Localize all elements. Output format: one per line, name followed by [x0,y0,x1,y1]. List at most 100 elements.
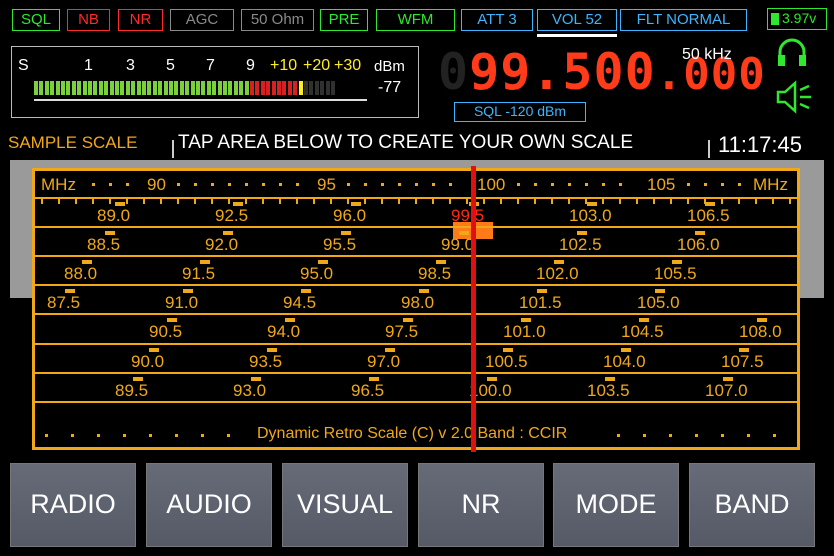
dial-frequency-label[interactable]: 93.5 [249,352,282,372]
tuning-needle[interactable] [471,166,476,452]
dial-footer-dot [617,434,620,437]
dial-frequency-label[interactable]: 100.5 [485,352,528,372]
dial-frequency-label[interactable]: 91.0 [165,293,198,313]
dial-minor-dot [398,183,401,186]
dial-minor-dot [347,183,350,186]
dial-minor-dot [602,183,605,186]
mode-button[interactable]: MODE [553,463,679,547]
dial-frequency-label[interactable]: 104.5 [621,322,664,342]
dial-frequency-label[interactable]: 101.0 [503,322,546,342]
s-meter-bar [320,81,325,95]
dial-footer-dot [747,434,750,437]
dial-frequency-label[interactable]: 103.0 [569,206,612,226]
tap-instructions: TAP AREA BELOW TO CREATE YOUR OWN SCALE [178,132,634,153]
dial-ruler-tick [143,199,145,204]
dial-ruler-tick [262,199,264,204]
dial-frequency-label[interactable]: 93.0 [233,381,266,401]
s-meter-bar [255,81,260,95]
s-meter-bar [206,81,211,95]
dial-row-line [35,401,797,403]
dial-frequency-label[interactable]: 106.0 [677,235,720,255]
clock: 11:17:45 [718,132,803,157]
dial-minor-dot [432,183,435,186]
dial-frequency-label[interactable]: 108.0 [739,322,782,342]
s-meter-bar [131,81,136,95]
dial-ruler-tick [58,199,60,204]
dial-frequency-label[interactable]: 91.5 [182,264,215,284]
dial-minor-dot [177,183,180,186]
s-meter-bar [82,81,87,95]
agc-toggle[interactable]: AGC [170,9,234,31]
dial-frequency-label[interactable]: 95.5 [323,235,356,255]
s-meter-bar [88,81,92,95]
dial-frequency-label[interactable]: 105.5 [654,264,697,284]
dial-frequency-label[interactable]: 106.5 [687,206,730,226]
dial-frequency-label[interactable]: 99.0 [441,235,474,255]
dial-footer-dot [175,434,178,437]
dial-frequency-label[interactable]: 97.5 [385,322,418,342]
wfm-toggle[interactable]: WFM [376,9,455,31]
dial-frequency-label[interactable]: 94.0 [267,322,300,342]
dial-frequency-label[interactable]: 103.5 [587,381,630,401]
dial-frequency-label[interactable]: 107.0 [705,381,748,401]
dial-frequency-label[interactable]: 89.0 [97,206,130,226]
sql-toggle[interactable]: SQL [12,9,60,31]
band-button[interactable]: BAND [689,463,815,547]
dial-ruler-tick [483,199,485,204]
s-meter-bar [190,81,195,95]
nr-toggle[interactable]: NR [118,9,163,31]
dial-minor-dot [262,183,265,186]
speaker-icon[interactable] [775,80,815,114]
frequency-scale-dial[interactable]: MHz MHz 90 95 100 105 Dynamic Retro Scal… [32,168,800,450]
dial-frequency-label[interactable]: 98.5 [418,264,451,284]
visual-button[interactable]: VISUAL [282,463,408,547]
radio-button[interactable]: RADIO [10,463,136,547]
dial-frequency-label[interactable]: 88.0 [64,264,97,284]
dial-frequency-label[interactable]: 94.5 [283,293,316,313]
vol-toggle[interactable]: VOL 52 [537,9,617,31]
dial-frequency-label[interactable]: 90.0 [131,352,164,372]
dial-frequency-label[interactable]: 99.5 [451,206,484,226]
dial-frequency-label[interactable]: 97.0 [367,352,400,372]
dial-frequency-label[interactable]: 98.0 [401,293,434,313]
dial-frequency-label[interactable]: 90.5 [149,322,182,342]
dial-ruler-tick [568,199,570,204]
dial-row-line [35,226,797,228]
dial-footer-dot [149,434,152,437]
nr-button[interactable]: NR [418,463,544,547]
squelch-level[interactable]: SQL -120 dBm [454,102,586,122]
dial-ruler-tick [92,199,94,204]
filter-toggle[interactable]: FLT NORMAL [620,9,747,31]
audio-button[interactable]: AUDIO [146,463,272,547]
headphone-icon[interactable] [775,38,809,68]
s-meter-bar [158,81,163,95]
dial-frequency-label[interactable]: 92.5 [215,206,248,226]
att-toggle[interactable]: ATT 3 [461,9,533,31]
dial-frequency-label[interactable]: 95.0 [300,264,333,284]
dial-ruler-tick [279,199,281,204]
nb-toggle[interactable]: NB [67,9,110,31]
tuning-step[interactable]: 50 kHz [682,46,732,64]
dial-ruler-tick [687,199,689,204]
dial-frequency-label[interactable]: 92.0 [205,235,238,255]
pre-toggle[interactable]: PRE [320,9,368,31]
dial-frequency-label[interactable]: 102.0 [536,264,579,284]
s-meter-bar [277,81,281,95]
dial-frequency-label[interactable]: 87.5 [47,293,80,313]
dial-frequency-label[interactable]: 104.0 [603,352,646,372]
dial-frequency-label[interactable]: 105.0 [637,293,680,313]
dial-ruler-tick [177,199,179,204]
battery-icon [771,13,779,25]
dial-minor-dot [568,183,571,186]
dial-footer: Dynamic Retro Scale (C) v 2.0 Band : CCI… [257,425,568,442]
impedance-toggle[interactable]: 50 Ohm [241,9,314,31]
dial-frequency-label[interactable]: 102.5 [559,235,602,255]
dial-frequency-label[interactable]: 107.5 [721,352,764,372]
dial-frequency-label[interactable]: 88.5 [87,235,120,255]
dial-footer-dot [201,434,204,437]
dial-minor-dot [279,183,282,186]
dial-frequency-label[interactable]: 96.5 [351,381,384,401]
dial-frequency-label[interactable]: 96.0 [333,206,366,226]
dial-frequency-label[interactable]: 101.5 [519,293,562,313]
dial-frequency-label[interactable]: 89.5 [115,381,148,401]
